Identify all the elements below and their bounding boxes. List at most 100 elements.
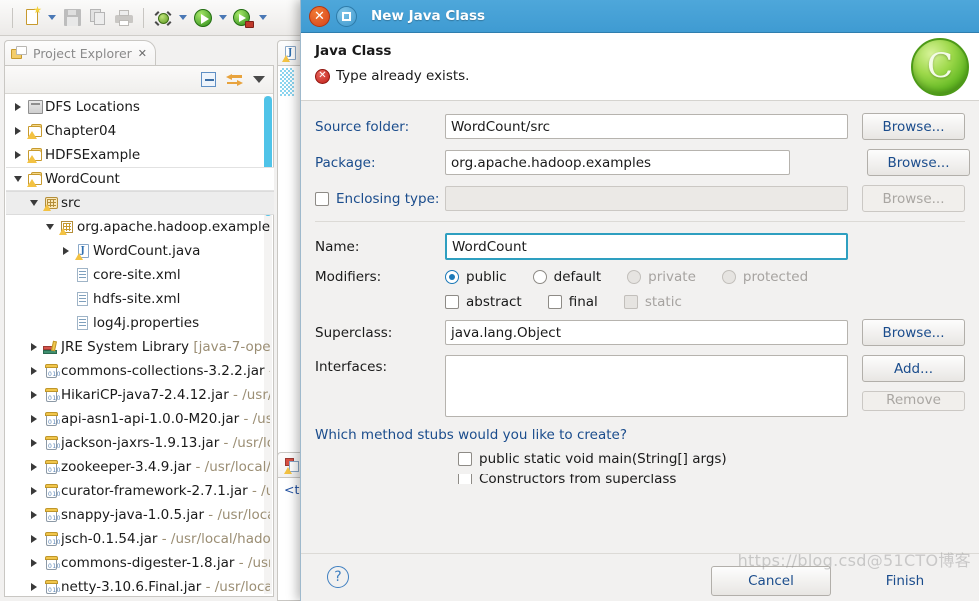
tree-item-path: - /usr/ [238,555,270,571]
help-icon[interactable]: ? [327,566,349,588]
chevron-down-icon[interactable] [10,176,26,182]
modifier-radio-default[interactable]: default [532,269,601,285]
tree-item-src[interactable]: src [6,191,274,215]
package-icon [58,220,77,235]
cancel-button[interactable]: Cancel [711,566,831,596]
close-icon[interactable]: ✕ [138,47,147,60]
chevron-right-icon[interactable] [26,583,42,591]
enclosing-type-checkbox[interactable] [315,191,329,206]
name-input[interactable]: WordCount [445,233,848,260]
tree-item-path: - /usr/local/h [195,459,270,475]
tree-item-api-asn1-api-1-0-0-m20-jar[interactable]: 010api-asn1-api-1.0.0-M20.jar - /usr/ [6,407,274,431]
run-external-dropdown-arrow[interactable] [256,5,270,31]
debug-icon[interactable] [150,5,176,31]
tree-item-hdfsexample[interactable]: HDFSExample [6,143,274,167]
radio-public-label: public [466,269,507,285]
chevron-right-icon[interactable] [26,343,42,351]
project-explorer-panel: DFS Locations Chapter04 HDFSExample WordCou… [4,65,274,597]
chevron-right-icon[interactable] [26,559,42,567]
enclosing-type-input [445,186,848,211]
stub-option-constructors[interactable]: Constructors from superclass [458,474,965,484]
modifiers-flags-group: abstract final static [445,294,708,310]
close-icon[interactable]: ✕ [309,5,330,27]
package-input[interactable]: org.apache.hadoop.examples [445,150,790,175]
chevron-right-icon[interactable] [26,415,42,423]
modifier-checkbox-static: static [623,294,682,310]
tree-item-jre-system-library[interactable]: JRE System Library [java-7-openj [6,335,274,359]
chevron-right-icon[interactable] [26,367,42,375]
superclass-browse-button[interactable]: Browse... [862,319,965,346]
tree-item-hdfs-site-xml[interactable]: hdfs-site.xml [6,287,274,311]
chevron-right-icon[interactable] [26,487,42,495]
tree-item-dfs-locations[interactable]: DFS Locations [6,95,274,119]
chevron-right-icon[interactable] [26,511,42,519]
tree-item-wordcount[interactable]: WordCount [6,167,274,191]
tree-item-chapter04[interactable]: Chapter04 [6,119,274,143]
modifier-radio-public[interactable]: public [445,269,507,285]
tab-project-explorer[interactable]: Project Explorer ✕ [4,40,157,66]
source-folder-icon [42,196,61,211]
tree-item-jsch-0-1-54-jar[interactable]: 010 jsch-0.1.54.jar - /usr/local/hadoo [6,527,274,551]
new-file-dropdown-arrow[interactable] [45,5,59,31]
superclass-label: Superclass: [315,324,393,341]
maximize-icon[interactable] [336,5,357,27]
chevron-down-icon[interactable] [26,200,42,206]
save-icon[interactable] [59,5,85,31]
tree-item-snappy-java-1-0-5-jar[interactable]: 010snappy-java-1.0.5.jar - /usr/local/ [6,503,274,527]
chevron-right-icon[interactable] [10,103,26,111]
finish-button[interactable]: Finish [845,566,965,596]
tree-item-jackson-jaxrs-1-9-13-jar[interactable]: 010jackson-jaxrs-1.9.13.jar - /usr/loc [6,431,274,455]
tree-item-netty-3-10-6-final-jar[interactable]: 010netty-3.10.6.Final.jar - /usr/local/ [6,575,274,595]
jar-icon: 010 [42,507,61,523]
tree-item-curator-framework-2-7-1-jar[interactable]: 010curator-framework-2.7.1.jar - /us [6,479,274,503]
tree-item-core-site-xml[interactable]: core-site.xml [6,263,274,287]
main-method-checkbox[interactable] [458,452,472,466]
error-icon: ✕ [315,68,330,84]
tree-item-label: curator-framework-2.7.1.jar - /us [61,483,270,499]
copy-icon[interactable] [85,5,111,31]
view-menu-icon[interactable] [253,76,265,83]
modifier-checkbox-final[interactable]: final [547,294,598,310]
chevron-right-icon[interactable] [58,247,74,255]
run-dropdown-arrow[interactable] [216,5,230,31]
package-browse-button[interactable]: Browse... [867,149,970,176]
checkbox-abstract-indicator[interactable] [445,295,459,309]
tree-item-path: - /usr/local/ [208,507,270,523]
modifiers-row-flags: abstract final static [315,294,965,310]
tree-item-commons-digester-1-8-jar[interactable]: 010commons-digester-1.8.jar - /usr/ [6,551,274,575]
debug-dropdown-arrow[interactable] [176,5,190,31]
source-folder-browse-button[interactable]: Browse... [862,113,965,140]
radio-default-indicator[interactable] [532,270,547,284]
chevron-right-icon[interactable] [10,151,26,159]
java-file-icon: J [282,46,298,62]
chevron-right-icon[interactable] [26,535,42,543]
java-file-icon: J [74,243,93,260]
stub-option-main[interactable]: public static void main(String[] args) [458,451,965,467]
constructors-checkbox[interactable] [458,474,472,484]
superclass-input[interactable]: java.lang.Object [445,320,848,345]
chevron-right-icon[interactable] [10,127,26,135]
collapse-all-icon[interactable] [201,72,216,87]
interfaces-add-button[interactable]: Add... [862,355,965,382]
source-folder-input[interactable]: WordCount/src [445,114,848,139]
link-with-editor-icon[interactable] [226,73,243,87]
modifier-checkbox-abstract[interactable]: abstract [445,294,522,310]
enclosing-type-browse-button: Browse... [862,185,965,212]
chevron-down-icon[interactable] [42,224,58,230]
interfaces-list[interactable] [445,355,848,417]
tree-item-org-apache-hadoop-examples[interactable]: org.apache.hadoop.examples [6,215,274,239]
print-icon[interactable] [111,5,137,31]
chevron-right-icon[interactable] [26,391,42,399]
chevron-right-icon[interactable] [26,439,42,447]
tree-item-hikaricp-java7-2-4-12-jar[interactable]: 010HikariCP-java7-2.4.12.jar - /usr/lo [6,383,274,407]
tree-item-log4j-properties[interactable]: log4j.properties [6,311,274,335]
run-external-tools-icon[interactable] [230,5,256,31]
tree-item-commons-collections-3-2-2-jar[interactable]: 010commons-collections-3.2.2.jar - / [6,359,274,383]
tree-item-wordcount-java[interactable]: J WordCount.java [6,239,274,263]
radio-public-indicator[interactable] [445,270,459,284]
chevron-right-icon[interactable] [26,463,42,471]
new-file-icon[interactable] [19,5,45,31]
checkbox-final-indicator[interactable] [547,295,562,309]
tree-item-zookeeper-3-4-9-jar[interactable]: 010zookeeper-3.4.9.jar - /usr/local/h [6,455,274,479]
run-icon[interactable] [190,5,216,31]
